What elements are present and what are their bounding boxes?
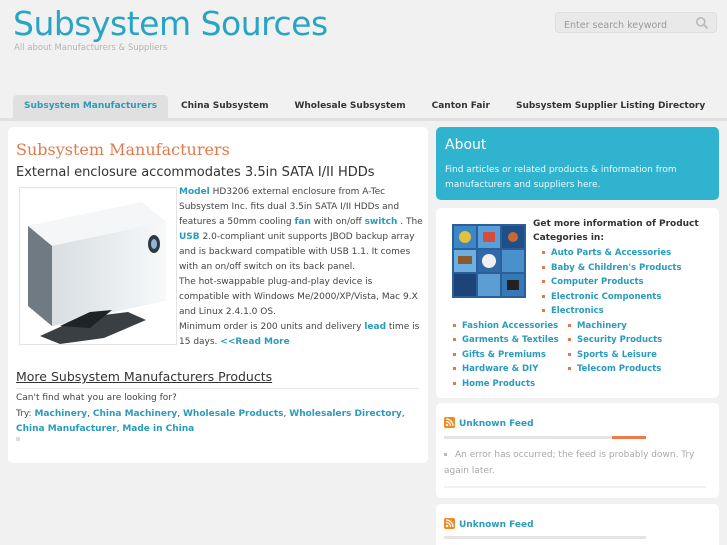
try-link-china-machinery[interactable]: China Machinery bbox=[93, 409, 177, 419]
nav-tab-supplier-directory[interactable]: Subsystem Supplier Listing Directory bbox=[503, 95, 718, 119]
category-link-baby-children[interactable]: Baby & Children's Products bbox=[542, 263, 682, 273]
read-more-link[interactable]: <<Read More bbox=[220, 337, 289, 347]
nav-tab-canton-fair[interactable]: Canton Fair bbox=[419, 95, 503, 119]
try-link-made-in-china[interactable]: Made in China bbox=[122, 424, 194, 434]
decorative-dot bbox=[16, 437, 20, 441]
article-text: with on/off bbox=[310, 217, 365, 227]
search-icon[interactable] bbox=[695, 16, 709, 30]
product-image[interactable] bbox=[19, 187, 177, 345]
categories-heading: Get more information of Product Categori… bbox=[533, 219, 699, 243]
about-title: About bbox=[445, 137, 487, 153]
main-content: Subsystem Manufacturers External enclosu… bbox=[8, 127, 428, 463]
category-link-gifts-premiums[interactable]: Gifts & Premiums bbox=[453, 350, 546, 360]
nav-tab-subsystem-manufacturers[interactable]: Subsystem Manufacturers bbox=[13, 95, 169, 119]
divider bbox=[444, 486, 706, 488]
feed-title[interactable]: Unknown Feed bbox=[459, 520, 534, 530]
nav-tab-wholesale-subsystem[interactable]: Wholesale Subsystem bbox=[281, 95, 418, 119]
feed-panel: Unknown Feed An error has occurred; the … bbox=[436, 403, 719, 498]
about-panel: About Find articles or related products … bbox=[436, 127, 719, 200]
categories-panel: Get more information of Product Categori… bbox=[436, 208, 719, 398]
feed-divider-accent bbox=[612, 436, 646, 439]
rss-icon[interactable] bbox=[444, 417, 455, 428]
keyword-link-lead[interactable]: lead bbox=[364, 322, 386, 332]
category-link-computer-products[interactable]: Computer Products bbox=[542, 277, 644, 287]
category-link-security-products[interactable]: Security Products bbox=[568, 335, 662, 345]
category-link-auto-parts[interactable]: Auto Parts & Accessories bbox=[542, 248, 671, 258]
category-link-electronics[interactable]: Electronics bbox=[542, 306, 604, 316]
search-box bbox=[555, 12, 717, 35]
try-link-china-manufacturer[interactable]: China Manufacturer bbox=[16, 424, 117, 434]
site-subtitle: All about Manufacturers & Suppliers bbox=[14, 43, 168, 53]
article-text: 2.0-compliant unit supports JBOD backup … bbox=[179, 232, 415, 272]
about-text: Find articles or related products & info… bbox=[445, 165, 677, 190]
try-label: Try: bbox=[16, 409, 35, 419]
categories-collage-image bbox=[452, 224, 526, 298]
try-link-machinery[interactable]: Machinery bbox=[34, 409, 87, 419]
site-title[interactable]: Subsystem Sources bbox=[13, 4, 328, 43]
keyword-link-usb[interactable]: USB bbox=[179, 232, 200, 242]
feed-error-message: An error has occurred; the feed is proba… bbox=[444, 447, 710, 479]
keyword-link-model[interactable]: Model bbox=[179, 187, 210, 197]
more-products-title[interactable]: More Subsystem Manufacturers Products bbox=[16, 369, 272, 384]
article-text: . The bbox=[397, 217, 423, 227]
category-link-fashion-accessories[interactable]: Fashion Accessories bbox=[453, 321, 558, 331]
hdd-enclosure-illustration bbox=[28, 202, 166, 344]
try-link-wholesale-products[interactable]: Wholesale Products bbox=[183, 409, 284, 419]
try-links: Try: Machinery, China Machinery, Wholesa… bbox=[16, 409, 405, 434]
divider bbox=[16, 388, 419, 389]
nav-tab-china-subsystem[interactable]: China Subsystem bbox=[168, 95, 281, 119]
keyword-link-fan[interactable]: fan bbox=[295, 217, 311, 227]
category-link-home-products[interactable]: Home Products bbox=[453, 379, 535, 389]
rss-icon[interactable] bbox=[444, 518, 455, 529]
article-text: The hot-swappable plug-and-play device i… bbox=[179, 277, 418, 317]
keyword-link-switch[interactable]: switch bbox=[365, 217, 398, 227]
category-link-machinery[interactable]: Machinery bbox=[568, 321, 627, 331]
category-link-telecom-products[interactable]: Telecom Products bbox=[568, 364, 661, 374]
article-body: Model HD3206 external enclosure from A-T… bbox=[179, 185, 424, 350]
feed-panel: Unknown Feed bbox=[436, 504, 719, 545]
article-text: Minimum order is 200 units and delivery bbox=[179, 322, 365, 332]
feed-divider bbox=[444, 536, 646, 539]
category-link-electronic-components[interactable]: Electronic Components bbox=[542, 292, 661, 302]
try-link-wholesalers-directory[interactable]: Wholesalers Directory bbox=[289, 409, 401, 419]
main-nav: Subsystem Manufacturers China Subsystem … bbox=[13, 95, 718, 119]
page-heading: Subsystem Manufacturers bbox=[16, 140, 230, 159]
category-link-hardware-diy[interactable]: Hardware & DIY bbox=[453, 364, 538, 374]
feed-title[interactable]: Unknown Feed bbox=[459, 419, 534, 429]
category-link-sports-leisure[interactable]: Sports & Leisure bbox=[568, 350, 657, 360]
search-input[interactable] bbox=[556, 16, 688, 35]
article-title[interactable]: External enclosure accommodates 3.5in SA… bbox=[16, 165, 375, 180]
category-link-garments-textiles[interactable]: Garments & Textiles bbox=[453, 335, 559, 345]
more-question: Can't find what you are looking for? bbox=[16, 393, 177, 403]
